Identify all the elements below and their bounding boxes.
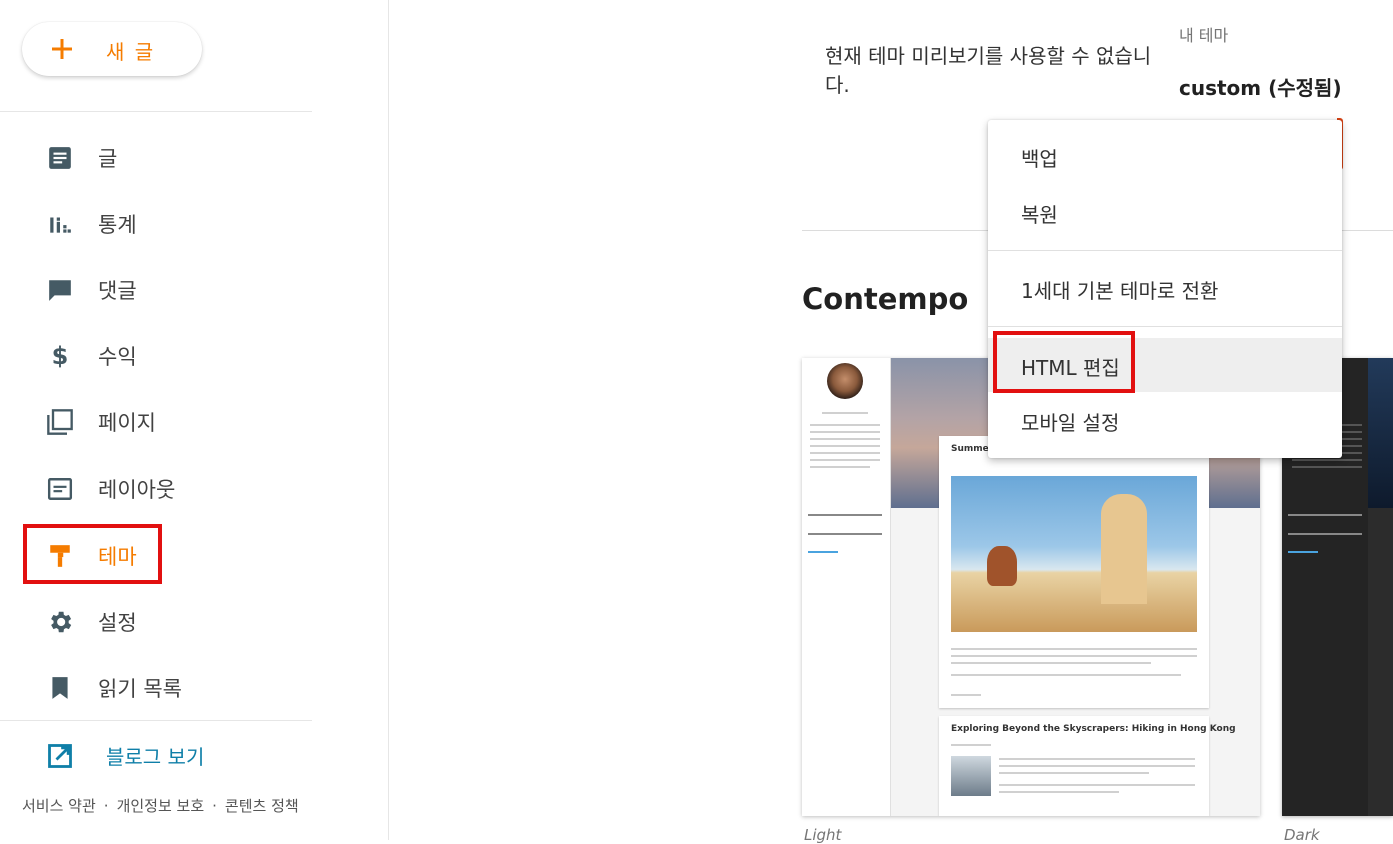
preview-line — [999, 784, 1195, 786]
theme-section-title: Contempo — [802, 282, 969, 316]
preview-post-title: Exploring Beyond the Skyscrapers: Hiking… — [951, 724, 1236, 734]
preview-line — [808, 533, 882, 535]
avatar — [827, 363, 863, 399]
preview-sidebar — [802, 358, 891, 816]
preview-line — [951, 648, 1197, 650]
preview-line — [951, 694, 981, 696]
comment-icon — [46, 276, 74, 304]
sidebar-item-comments[interactable]: 댓글 — [0, 264, 312, 312]
bar-chart-icon — [46, 210, 74, 238]
sidebar-item-earnings[interactable]: $ 수익 — [0, 330, 312, 378]
preview-line — [999, 765, 1195, 767]
menu-item-backup[interactable]: 백업 — [988, 130, 1342, 182]
sidebar-item-reading-list[interactable]: 읽기 목록 — [0, 662, 312, 710]
theme-card-caption: Light — [804, 826, 842, 844]
sidebar-divider — [0, 720, 312, 721]
preview-line — [810, 431, 880, 433]
sidebar-divider — [0, 111, 312, 112]
post-photo — [951, 476, 1197, 632]
preview-line — [822, 412, 868, 414]
preview-line — [810, 459, 880, 461]
sidebar-item-stats[interactable]: 통계 — [0, 198, 312, 246]
my-theme-name: custom (수정됨) — [1179, 76, 1342, 100]
document-icon — [46, 144, 74, 172]
footer-separator: · — [212, 797, 217, 815]
sidebar-item-label: 수익 — [98, 345, 137, 369]
preview-line — [951, 655, 1197, 657]
preview-line — [951, 674, 1181, 676]
preview-line — [810, 466, 870, 468]
pages-icon — [46, 408, 74, 436]
sidebar-item-label: 통계 — [98, 213, 137, 237]
footer-separator: · — [103, 797, 109, 815]
menu-item-label: 모바일 설정 — [1021, 411, 1120, 435]
preview-line — [1288, 551, 1318, 553]
preview-line — [1288, 514, 1362, 516]
sidebar-item-label: 읽기 목록 — [98, 677, 182, 701]
sidebar-item-label: 설정 — [98, 611, 137, 635]
theme-card-caption: Dark — [1284, 826, 1320, 844]
footer-links: 서비스 약관 · 개인정보 보호 · 콘텐츠 정책 — [22, 795, 299, 816]
preview-post: Exploring Beyond the Skyscrapers: Hiking… — [939, 716, 1236, 816]
preview-line — [951, 744, 991, 746]
open-external-icon — [48, 744, 72, 768]
preview-line — [1292, 466, 1362, 468]
preview-line — [1292, 459, 1362, 461]
preview-line — [999, 791, 1119, 793]
edit-html-highlight-box — [993, 331, 1135, 393]
preview-post: Summer — [939, 436, 1209, 708]
menu-item-mobile-settings[interactable]: 모바일 설정 — [988, 394, 1342, 446]
view-blog-label: 블로그 보기 — [106, 745, 205, 769]
preview-line — [810, 438, 880, 440]
preview-line — [1288, 533, 1362, 535]
theme-actions-menu: 백업 복원 1세대 기본 테마로 전환 HTML 편집 모바일 설정 — [988, 120, 1342, 458]
menu-divider — [988, 250, 1342, 251]
new-post-button[interactable]: 새 글 — [22, 22, 202, 76]
preview-line — [810, 445, 880, 447]
theme-highlight-box — [23, 524, 162, 584]
sidebar-item-label: 레이아웃 — [98, 478, 176, 502]
preview-line — [999, 772, 1149, 774]
sidebar-item-pages[interactable]: 페이지 — [0, 396, 312, 444]
menu-item-switch-classic-theme[interactable]: 1세대 기본 테마로 전환 — [988, 262, 1342, 314]
preview-line — [810, 452, 880, 454]
dollar-icon: $ — [51, 342, 69, 370]
menu-item-label: 복원 — [1021, 203, 1058, 227]
preview-line — [951, 662, 1151, 664]
sidebar-item-label: 댓글 — [98, 279, 137, 303]
preview-line — [810, 424, 880, 426]
preview-unavailable-message: 현재 테마 미리보기를 사용할 수 없습니다. — [825, 44, 1152, 97]
hero-image — [1368, 358, 1393, 508]
sidebar-item-posts[interactable]: 글 — [0, 132, 312, 180]
menu-divider — [988, 326, 1342, 327]
sidebar-item-label: 글 — [98, 147, 118, 171]
view-blog-link[interactable]: 블로그 보기 — [0, 730, 312, 778]
new-post-label: 새 글 — [106, 40, 156, 64]
my-theme-label: 내 테마 — [1179, 26, 1229, 45]
bookmark-icon — [46, 674, 74, 702]
photo-pot — [987, 546, 1017, 586]
terms-link[interactable]: 서비스 약관 — [22, 797, 96, 815]
menu-item-label: 1세대 기본 테마로 전환 — [1021, 279, 1219, 303]
content-policy-link[interactable]: 콘텐츠 정책 — [225, 797, 299, 815]
preview-post-title: Summer — [951, 444, 994, 454]
gear-icon — [46, 608, 74, 636]
plus-icon — [52, 39, 72, 59]
sidebar-item-layout[interactable]: 레이아웃 — [0, 463, 312, 511]
menu-item-label: 백업 — [1021, 147, 1058, 171]
preview-line — [999, 758, 1195, 760]
photo-building — [1101, 494, 1147, 604]
sidebar-item-label: 페이지 — [98, 411, 156, 435]
preview-line — [808, 551, 838, 553]
layout-icon — [46, 475, 74, 503]
menu-item-restore[interactable]: 복원 — [988, 186, 1342, 238]
sidebar-item-settings[interactable]: 설정 — [0, 596, 312, 644]
privacy-link[interactable]: 개인정보 보호 — [117, 797, 205, 815]
post-thumbnail — [951, 756, 991, 796]
sidebar: 새 글 글 통계 댓글 $ 수익 페이지 레이아웃 테마 설정 읽기 목록 블로… — [0, 0, 389, 840]
preview-line — [808, 514, 882, 516]
